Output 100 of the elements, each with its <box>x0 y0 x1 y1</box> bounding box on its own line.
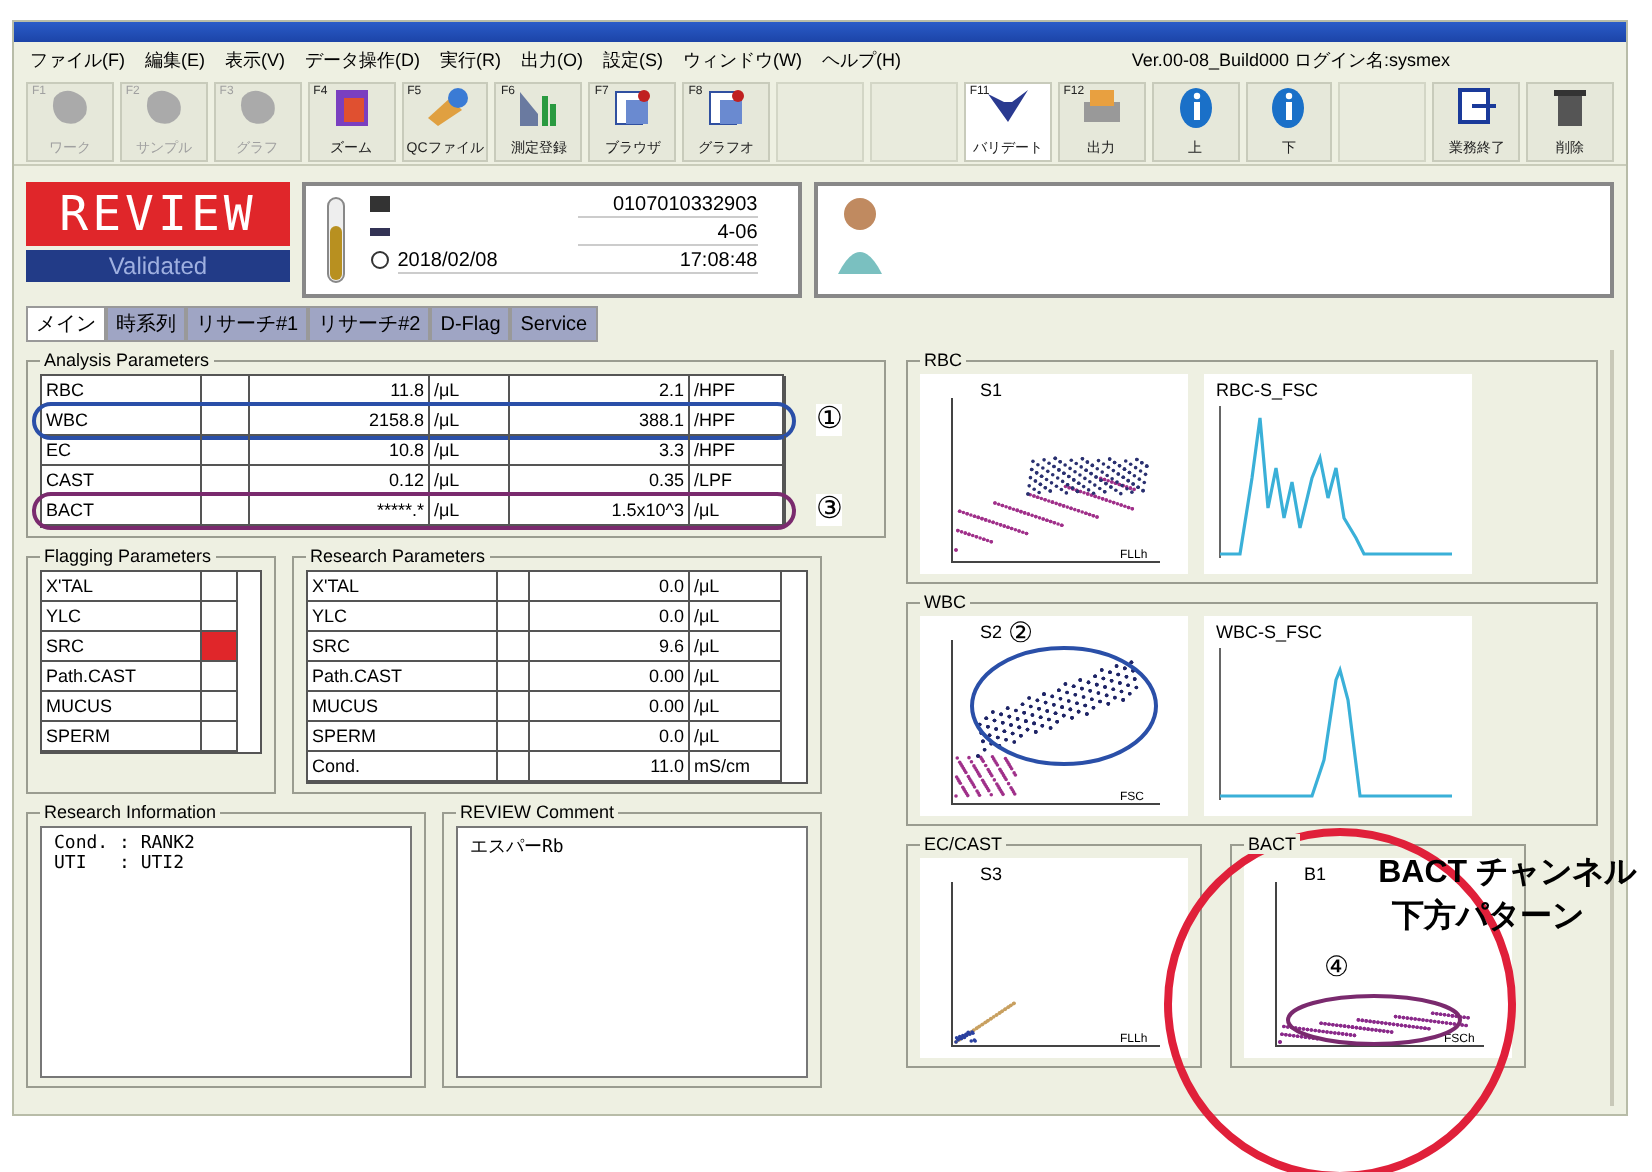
table-cell: 2158.8 <box>250 406 430 436</box>
table-cell: /μL <box>430 436 510 466</box>
plot-label: B1 <box>1304 864 1327 884</box>
table-cell: 0.35 <box>510 466 690 496</box>
table-cell: /μL <box>690 692 782 722</box>
review-status: REVIEW <box>26 182 290 246</box>
table-cell <box>498 602 530 632</box>
table-cell: /μL <box>690 722 782 752</box>
table-cell: 0.00 <box>530 692 690 722</box>
table-cell <box>498 692 530 722</box>
comment-text: エスパーRb <box>470 836 566 860</box>
panel-title: EC/CAST <box>920 834 1007 854</box>
table-cell: /μL <box>690 602 782 632</box>
table-cell: SPERM <box>42 722 202 752</box>
table-cell: 0.0 <box>530 572 690 602</box>
tab[interactable]: Service <box>510 306 598 342</box>
validated-status: Validated <box>26 250 290 282</box>
table-cell: 9.6 <box>530 632 690 662</box>
table-cell: /HPF <box>690 436 786 466</box>
panel-title: RBC <box>920 350 967 370</box>
table-cell: Path.CAST <box>308 662 498 692</box>
version-text: Ver.00-08_Build000 ログイン名:sysmex <box>1131 47 1450 73</box>
sample-number: 0107010332903 <box>577 194 758 218</box>
table-cell: /LPF <box>690 466 786 496</box>
table-cell: WBC <box>42 406 202 436</box>
person-icon <box>834 194 886 274</box>
table-cell: 0.00 <box>530 662 690 692</box>
annotation-number: ② <box>1008 616 1034 648</box>
tab[interactable]: 時系列 <box>106 306 186 342</box>
panel-title: Analysis Parameters <box>40 350 214 370</box>
panel-title: Research Parameters <box>306 546 490 566</box>
table-cell: Path.CAST <box>42 662 202 692</box>
panel-title: REVIEW Comment <box>456 802 619 822</box>
table-cell <box>498 662 530 692</box>
table-cell: 11.0 <box>530 752 690 782</box>
panel-title: BACT <box>1244 834 1301 854</box>
table-cell: /μL <box>690 572 782 602</box>
table-cell: SRC <box>308 632 498 662</box>
menu-item[interactable]: 編集(E) <box>145 47 205 73</box>
table-cell: EC <box>42 436 202 466</box>
menu-item[interactable]: 表示(V) <box>225 47 285 73</box>
table-cell <box>202 406 250 436</box>
table-cell: SPERM <box>308 722 498 752</box>
table-cell: /μL <box>430 376 510 406</box>
table-cell: /HPF <box>690 376 786 406</box>
table-cell: 11.8 <box>250 376 430 406</box>
info-line: UTI : UTI2 <box>54 854 187 874</box>
table-cell: 1.5x10^3 <box>510 496 690 526</box>
annotation-number: ① <box>816 404 842 436</box>
table-cell: 10.8 <box>250 436 430 466</box>
table-cell: /HPF <box>690 406 786 436</box>
tab[interactable]: リサーチ#2 <box>308 306 431 342</box>
plot-label: S2 <box>980 622 1003 642</box>
rack-position: 4-06 <box>577 222 758 246</box>
table-cell: CAST <box>42 466 202 496</box>
table-cell: /μL <box>430 466 510 496</box>
table-cell: 388.1 <box>510 406 690 436</box>
plot-label: RBC-S_FSC <box>1216 380 1319 400</box>
menu-item[interactable]: ウィンドウ(W) <box>683 47 802 73</box>
annotation-number: ④ <box>1324 950 1350 982</box>
panel-title: Flagging Parameters <box>40 546 216 566</box>
plot-label: S1 <box>980 380 1003 400</box>
table-cell: mS/cm <box>690 752 782 782</box>
table-cell: 0.12 <box>250 466 430 496</box>
table-cell: BACT <box>42 496 202 526</box>
tab[interactable]: メイン <box>26 306 106 342</box>
annotation-number: ③ <box>816 494 842 526</box>
panel-title: WBC <box>920 592 970 612</box>
table-cell: /μL <box>430 496 510 526</box>
panel-title: Research Information <box>40 802 221 822</box>
clock-icon <box>369 250 390 270</box>
comment-field[interactable]: エスパーRb <box>456 826 808 1078</box>
table-cell: X'TAL <box>308 572 498 602</box>
menu-item[interactable]: ファイル(F) <box>30 47 125 73</box>
sample-date: 2018/02/08 <box>397 250 578 274</box>
menu-item[interactable]: 出力(O) <box>521 47 583 73</box>
menu-item[interactable]: データ操作(D) <box>305 47 420 73</box>
table-cell <box>498 722 530 752</box>
table-cell: YLC <box>308 602 498 632</box>
table-cell: 2.1 <box>510 376 690 406</box>
menu-item[interactable]: 実行(R) <box>440 47 501 73</box>
table-cell: YLC <box>42 602 202 632</box>
table-cell: Cond. <box>308 752 498 782</box>
plot-label: S3 <box>980 864 1003 884</box>
plot-label: WBC-S_FSC <box>1216 622 1323 642</box>
table-cell: 0.0 <box>530 722 690 752</box>
table-cell <box>202 436 250 466</box>
table-cell: 0.0 <box>530 602 690 632</box>
tab[interactable]: リサーチ#1 <box>186 306 309 342</box>
table-cell: 3.3 <box>510 436 690 466</box>
table-cell <box>498 632 530 662</box>
tab[interactable]: D-Flag <box>430 306 511 342</box>
table-cell: RBC <box>42 376 202 406</box>
door-icon <box>1452 86 1501 130</box>
table-cell: MUCUS <box>308 692 498 722</box>
table-cell: /μL <box>690 496 786 526</box>
table-cell: MUCUS <box>42 692 202 722</box>
table-cell: /μL <box>690 662 782 692</box>
menu-item[interactable]: ヘルプ(H) <box>822 47 901 73</box>
menu-item[interactable]: 設定(S) <box>603 47 663 73</box>
